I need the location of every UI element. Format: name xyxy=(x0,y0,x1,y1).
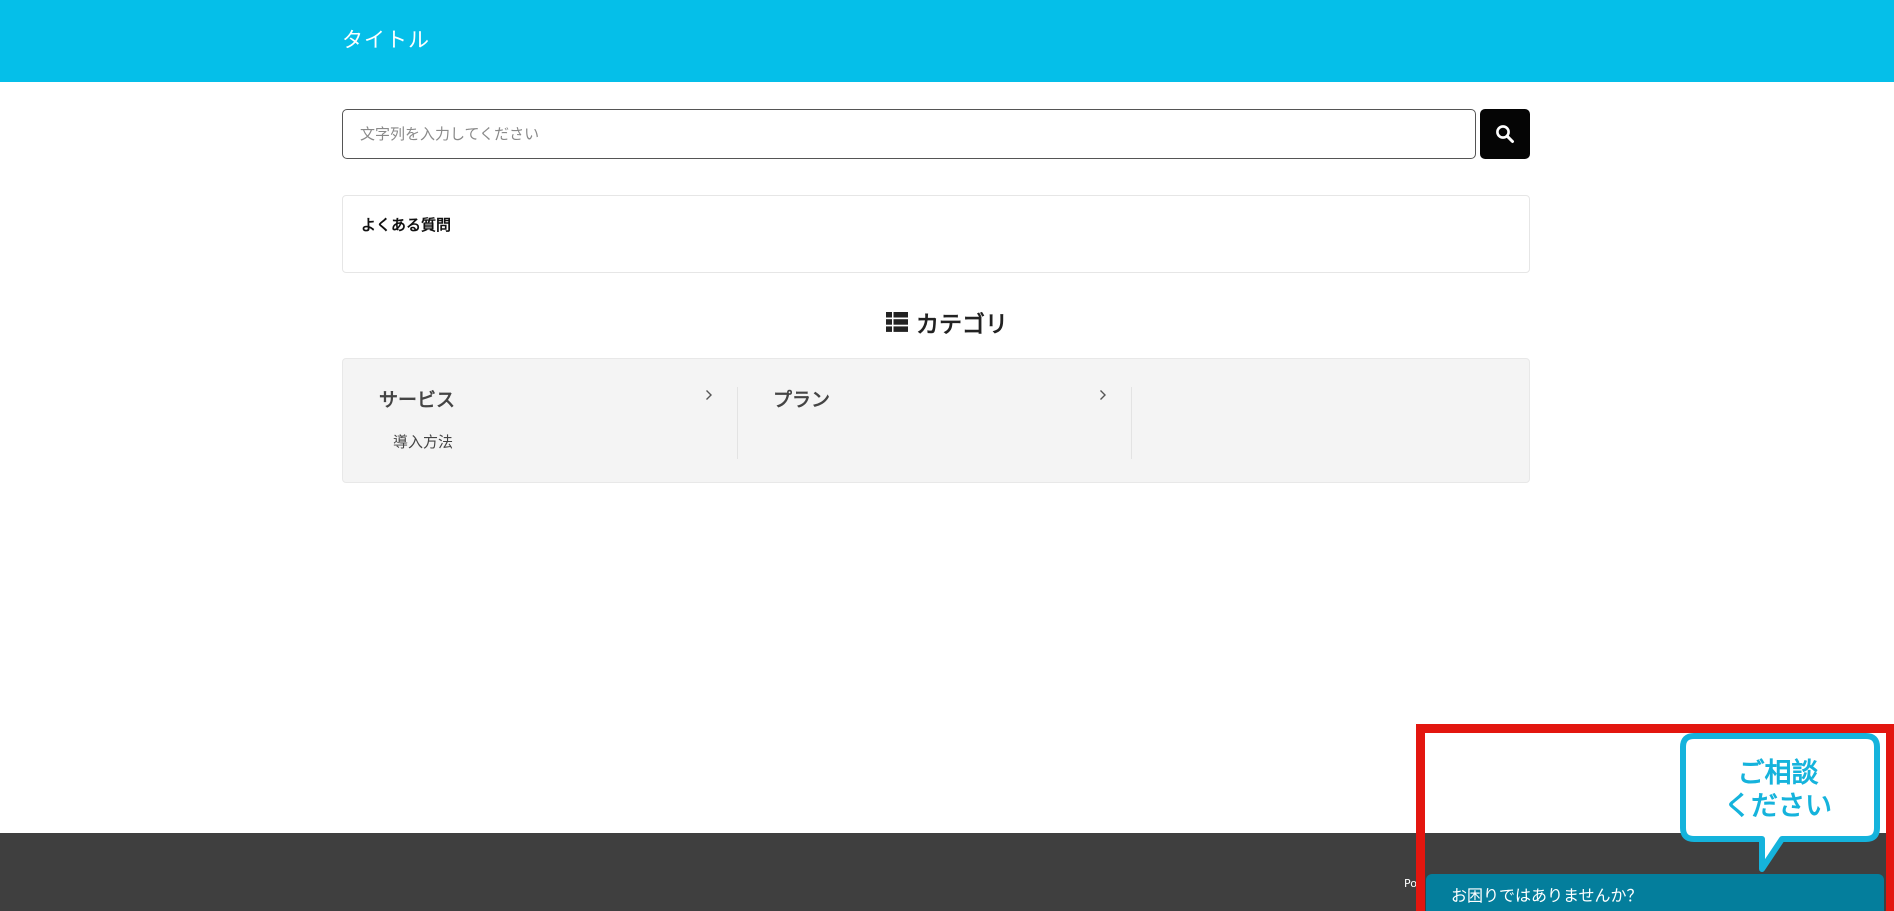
bubble-line-1: ご相談 xyxy=(1737,758,1819,789)
search-icon xyxy=(1496,125,1514,143)
chat-widget-bar[interactable]: お困りではありませんか？ xyxy=(1426,874,1884,911)
category-card: サービス 導入方法 xyxy=(343,385,737,483)
category-title-plan[interactable]: プラン xyxy=(773,385,830,412)
faq-title: よくある質問 xyxy=(361,216,452,234)
faq-section: よくある質問 xyxy=(342,195,1530,273)
site-header: タイトル xyxy=(0,0,1894,82)
consult-bubble-button[interactable]: ご相談 ください xyxy=(1680,733,1888,873)
list-icon xyxy=(886,312,908,332)
chevron-right-icon[interactable] xyxy=(705,389,713,401)
category-title-service[interactable]: サービス xyxy=(379,385,455,412)
chat-widget-label: お困りではありませんか？ xyxy=(1451,886,1643,905)
category-card-empty xyxy=(1131,385,1525,483)
bubble-line-2: ください xyxy=(1724,791,1832,822)
category-item-link[interactable]: 導入方法 xyxy=(393,431,453,452)
category-heading: カテゴリ xyxy=(0,305,1894,339)
search-bar xyxy=(342,109,1530,159)
search-button[interactable] xyxy=(1480,109,1530,159)
bubble-text: ご相談 ください xyxy=(1680,757,1876,823)
category-heading-label: カテゴリ xyxy=(916,312,1008,338)
category-card: プラン xyxy=(737,385,1131,483)
chevron-right-icon[interactable] xyxy=(1099,389,1107,401)
search-input[interactable] xyxy=(342,109,1476,159)
site-title[interactable]: タイトル xyxy=(342,24,430,54)
category-panel: サービス 導入方法 プラン xyxy=(342,358,1530,483)
